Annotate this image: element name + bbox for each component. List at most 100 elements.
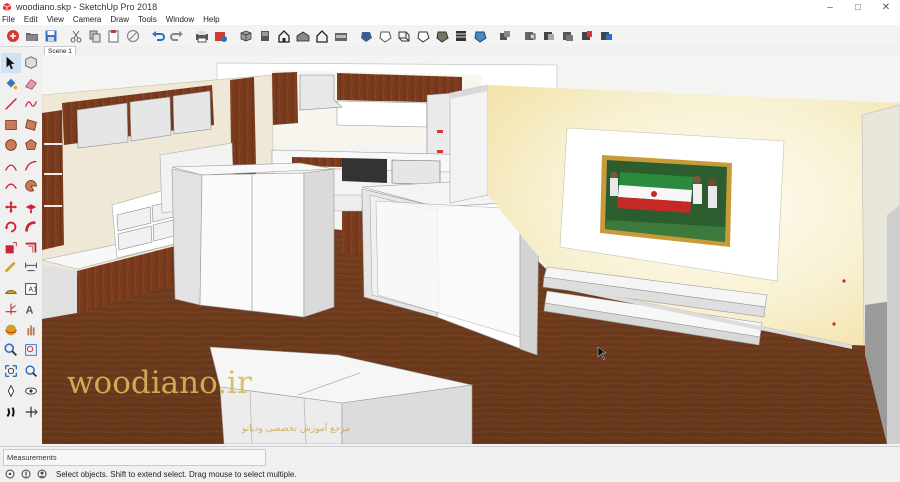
back-edges-icon[interactable]: [375, 26, 394, 45]
redo-icon[interactable]: [167, 26, 186, 45]
section-cut-icon[interactable]: [539, 26, 558, 45]
wireframe-icon[interactable]: [394, 26, 413, 45]
watermark-brand: woodiano.ir: [67, 365, 252, 401]
tape-measure-icon[interactable]: [1, 258, 21, 278]
status-message: Select objects. Shift to extend select. …: [56, 469, 297, 479]
protractor-icon[interactable]: [1, 279, 21, 299]
back-view-icon[interactable]: [312, 26, 331, 45]
make-component-icon[interactable]: [21, 53, 41, 73]
arc-icon[interactable]: [1, 156, 21, 176]
3d-text-icon[interactable]: A: [21, 299, 41, 319]
paste-icon[interactable]: [104, 26, 123, 45]
menu-camera[interactable]: Camera: [73, 15, 101, 24]
copy-icon[interactable]: [85, 26, 104, 45]
menu-edit[interactable]: Edit: [24, 15, 38, 24]
axes-icon[interactable]: [1, 299, 21, 319]
title-bar: woodiano.skp - SketchUp Pro 2018 – □ ✕: [0, 0, 900, 14]
rectangle-icon[interactable]: [1, 115, 21, 135]
front-view-icon[interactable]: [274, 26, 293, 45]
circle-icon[interactable]: [1, 135, 21, 155]
close-button[interactable]: ✕: [872, 0, 900, 14]
measurements-box[interactable]: Measurements: [3, 449, 266, 466]
dimension-icon[interactable]: [21, 258, 41, 278]
status-bar: Select objects. Shift to extend select. …: [0, 466, 900, 482]
xray-icon[interactable]: [356, 26, 375, 45]
geo-location-icon[interactable]: [4, 468, 16, 480]
look-around-icon[interactable]: [21, 381, 41, 401]
follow-me-icon[interactable]: [21, 217, 41, 237]
menu-tools[interactable]: Tools: [138, 15, 157, 24]
scene-tabs: Scene 1: [42, 46, 900, 55]
sketchup-window: woodiano.skp - SketchUp Pro 2018 – □ ✕ F…: [0, 0, 900, 482]
large-tool-set: A1 A: [0, 53, 42, 443]
menu-draw[interactable]: Draw: [110, 15, 129, 24]
shaded-textures-icon[interactable]: [451, 26, 470, 45]
three-point-arc-icon[interactable]: [1, 176, 21, 196]
menu-help[interactable]: Help: [203, 15, 219, 24]
paint-bucket-icon[interactable]: [1, 74, 21, 94]
line-icon[interactable]: [1, 94, 21, 114]
freehand-icon[interactable]: [21, 94, 41, 114]
display-section-icon[interactable]: [577, 26, 596, 45]
menu-window[interactable]: Window: [166, 15, 194, 24]
orbit-icon[interactable]: [1, 320, 21, 340]
right-view-icon[interactable]: [293, 26, 312, 45]
section-planes-icon[interactable]: [596, 26, 615, 45]
rotate-icon[interactable]: [1, 217, 21, 237]
text-icon[interactable]: A1: [21, 279, 41, 299]
main-toolbar: [0, 25, 900, 47]
previous-view-icon[interactable]: [21, 361, 41, 381]
move-icon[interactable]: [1, 197, 21, 217]
menu-bar: File Edit View Camera Draw Tools Window …: [0, 14, 900, 25]
section-fill-icon[interactable]: [558, 26, 577, 45]
save-icon[interactable]: [41, 26, 60, 45]
cut-icon[interactable]: [66, 26, 85, 45]
minimize-button[interactable]: –: [816, 0, 844, 14]
measurements-bar: Measurements: [0, 446, 900, 466]
section-plane-tool-icon[interactable]: [21, 402, 41, 422]
offset-icon[interactable]: [21, 238, 41, 258]
scene-tab-1[interactable]: Scene 1: [44, 46, 76, 55]
position-camera-icon[interactable]: [1, 381, 21, 401]
user-account-icon[interactable]: [36, 468, 48, 480]
shaded-icon[interactable]: [432, 26, 451, 45]
rotated-rectangle-icon[interactable]: [21, 115, 41, 135]
left-view-icon[interactable]: [331, 26, 350, 45]
getting-started-icon[interactable]: [3, 26, 22, 45]
kitchen-3d-model: woodiano.ir مرجع آموزش تخصصی ودیانو: [42, 55, 900, 444]
zoom-window-icon[interactable]: [21, 340, 41, 360]
section-plane-icon[interactable]: [520, 26, 539, 45]
model-viewport[interactable]: woodiano.ir مرجع آموزش تخصصی ودیانو: [42, 55, 900, 444]
svg-text:A1: A1: [28, 285, 37, 293]
zoom-extents-icon[interactable]: [1, 361, 21, 381]
undo-icon[interactable]: [148, 26, 167, 45]
open-icon[interactable]: [22, 26, 41, 45]
sketchup-logo-icon: [2, 3, 12, 11]
pan-icon[interactable]: [21, 320, 41, 340]
polygon-icon[interactable]: [21, 135, 41, 155]
measurements-label: Measurements: [7, 453, 57, 462]
select-icon[interactable]: [1, 53, 21, 73]
hidden-line-icon[interactable]: [413, 26, 432, 45]
model-info-icon[interactable]: [211, 26, 230, 45]
print-icon[interactable]: [192, 26, 211, 45]
menu-file[interactable]: File: [2, 15, 15, 24]
iso-view-icon[interactable]: [236, 26, 255, 45]
walk-icon[interactable]: [1, 402, 21, 422]
menu-view[interactable]: View: [47, 15, 64, 24]
maximize-button[interactable]: □: [844, 0, 872, 14]
scale-icon[interactable]: [1, 238, 21, 258]
window-title: woodiano.skp - SketchUp Pro 2018: [16, 2, 158, 12]
push-pull-icon[interactable]: [21, 197, 41, 217]
credits-icon[interactable]: [20, 468, 32, 480]
eraser-icon[interactable]: [21, 74, 41, 94]
component-icon[interactable]: [495, 26, 514, 45]
zoom-icon[interactable]: [1, 340, 21, 360]
svg-text:A: A: [26, 304, 34, 316]
two-point-arc-icon[interactable]: [21, 156, 41, 176]
pie-icon[interactable]: [21, 176, 41, 196]
watermark-tagline: مرجع آموزش تخصصی ودیانو: [241, 422, 350, 434]
erase-icon[interactable]: [123, 26, 142, 45]
monochrome-icon[interactable]: [470, 26, 489, 45]
top-view-icon[interactable]: [255, 26, 274, 45]
